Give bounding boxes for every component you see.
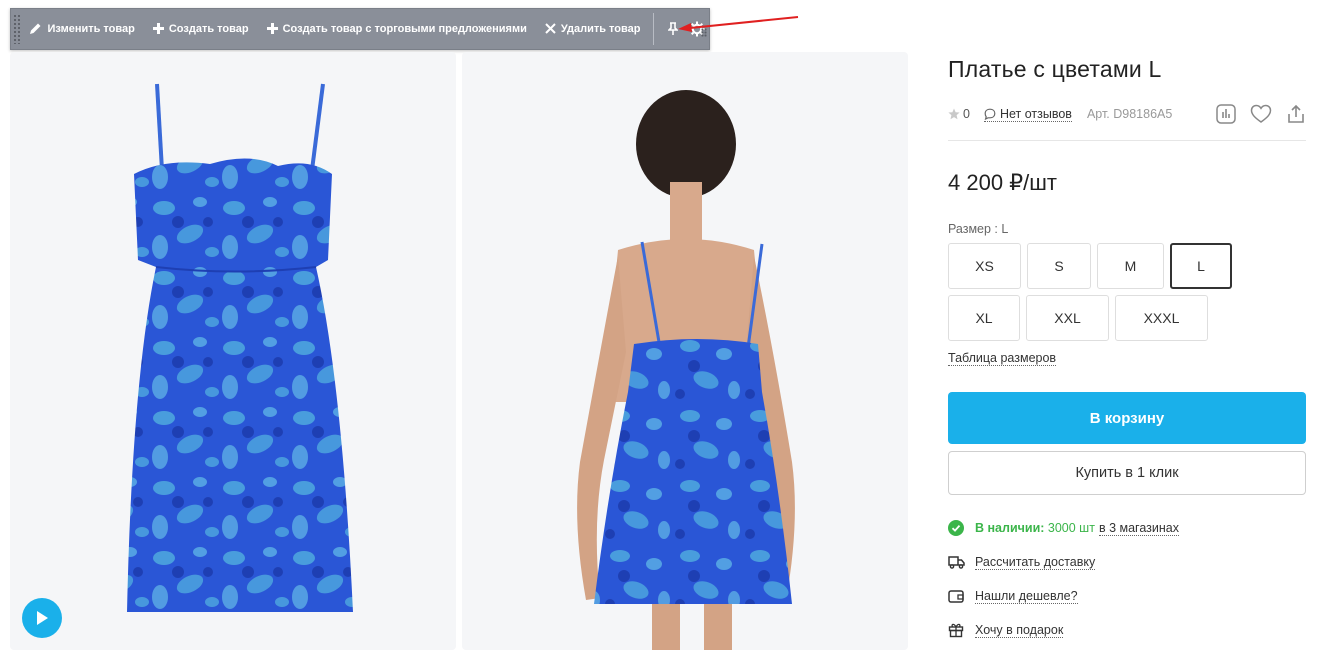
product-gallery [10,52,908,650]
create-product-with-offers-button[interactable]: Создать товар с торговыми предложениями [258,9,536,49]
admin-toolbar: Изменить товар Создать товар Создать тов… [10,8,710,50]
star-icon [948,108,960,120]
gift-row: Хочу в подарок [948,620,1306,640]
size-option-l[interactable]: L [1170,243,1232,289]
edit-product-label: Изменить товар [47,23,135,35]
add-to-cart-button[interactable]: В корзину [948,392,1306,444]
found-cheaper-link[interactable]: Нашли дешевле? [975,589,1078,604]
wallet-icon [948,589,968,603]
edit-product-button[interactable]: Изменить товар [20,9,143,49]
product-photo-front[interactable] [10,52,456,650]
stores-link[interactable]: в 3 магазинах [1098,521,1179,536]
size-option-xxxl[interactable]: XXXL [1115,295,1208,341]
product-meta: 0 Нет отзывов Арт. D98186A5 [948,103,1306,125]
annotation-arrow [678,16,799,32]
delivery-row: Рассчитать доставку [948,552,1306,572]
pencil-icon [29,22,42,37]
delete-product-button[interactable]: Удалить товар [536,9,650,49]
close-icon [545,22,556,36]
product-photo-back[interactable] [462,52,908,650]
create-product-label: Создать товар [168,23,249,35]
size-option-xl[interactable]: XL [948,295,1020,341]
rating-value: 0 [963,107,970,121]
reviews-label: Нет отзывов [999,106,1072,121]
product-price: 4 200 ₽/шт [948,170,1058,195]
size-option-m[interactable]: M [1097,243,1164,289]
rating: 0 [948,107,970,121]
dress-front-image [127,83,353,612]
share-icon[interactable] [1286,104,1306,124]
size-option-s[interactable]: S [1027,243,1091,289]
product-info: Платье с цветами L 0 Нет отзывов Арт. D9… [948,52,1306,640]
plus-icon [266,22,278,36]
article-number: Арт. D98186A5 [1086,107,1173,121]
heart-icon[interactable] [1250,104,1272,124]
stock-count: 3000 шт [1047,521,1095,535]
chat-bubble-icon [984,108,996,120]
dress-back-image [577,90,795,650]
truck-icon [948,555,968,569]
reviews-link[interactable]: Нет отзывов [983,106,1072,122]
size-option-xxl[interactable]: XXL [1026,295,1109,341]
stock-row: В наличии: 3000 шт в 3 магазинах [948,518,1306,538]
size-selector: XS S M L XL XXL XXXL [948,243,1248,341]
create-product-with-offers-label: Создать товар с торговыми предложениями [282,23,527,35]
gift-icon [948,622,968,638]
want-as-gift-link[interactable]: Хочу в подарок [975,623,1064,638]
chart-icon[interactable] [1216,104,1236,124]
plus-icon [152,22,164,36]
calculate-delivery-link[interactable]: Рассчитать доставку [975,555,1096,570]
play-video-button[interactable] [22,598,62,638]
toolbar-drag-handle[interactable] [13,14,21,44]
toolbar-divider [653,13,655,45]
product-actions [1216,104,1306,124]
size-option-xs[interactable]: XS [948,243,1021,289]
check-circle-icon [948,520,968,536]
size-label: Размер : L [948,222,1009,236]
product-title: Платье с цветами L [948,56,1162,82]
meta-divider [948,140,1306,141]
cheaper-row: Нашли дешевле? [948,586,1306,606]
create-product-button[interactable]: Создать товар [144,9,258,49]
buy-one-click-button[interactable]: Купить в 1 клик [948,451,1306,495]
size-table-link[interactable]: Таблица размеров [948,351,1057,366]
delete-product-label: Удалить товар [560,23,641,35]
play-icon [37,611,48,625]
stock-status: В наличии: [975,521,1045,535]
